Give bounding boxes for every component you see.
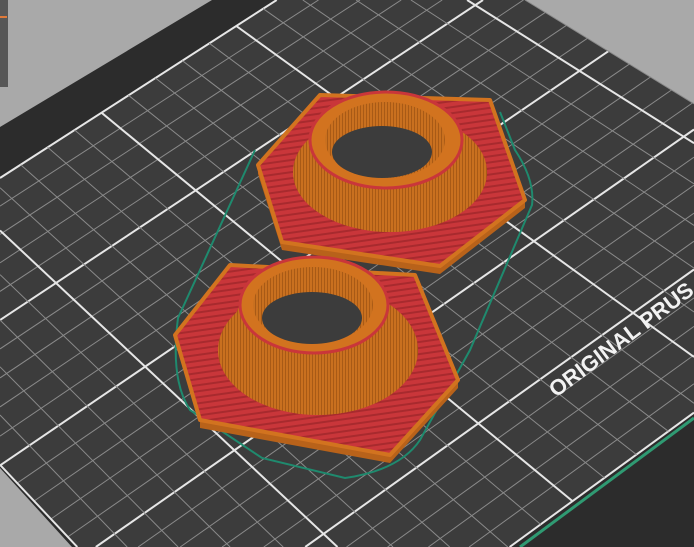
part-2-hole — [262, 292, 362, 344]
part-1-hole — [332, 126, 432, 178]
3d-preview-canvas[interactable]: ORIGINAL PRUS — [0, 0, 694, 547]
